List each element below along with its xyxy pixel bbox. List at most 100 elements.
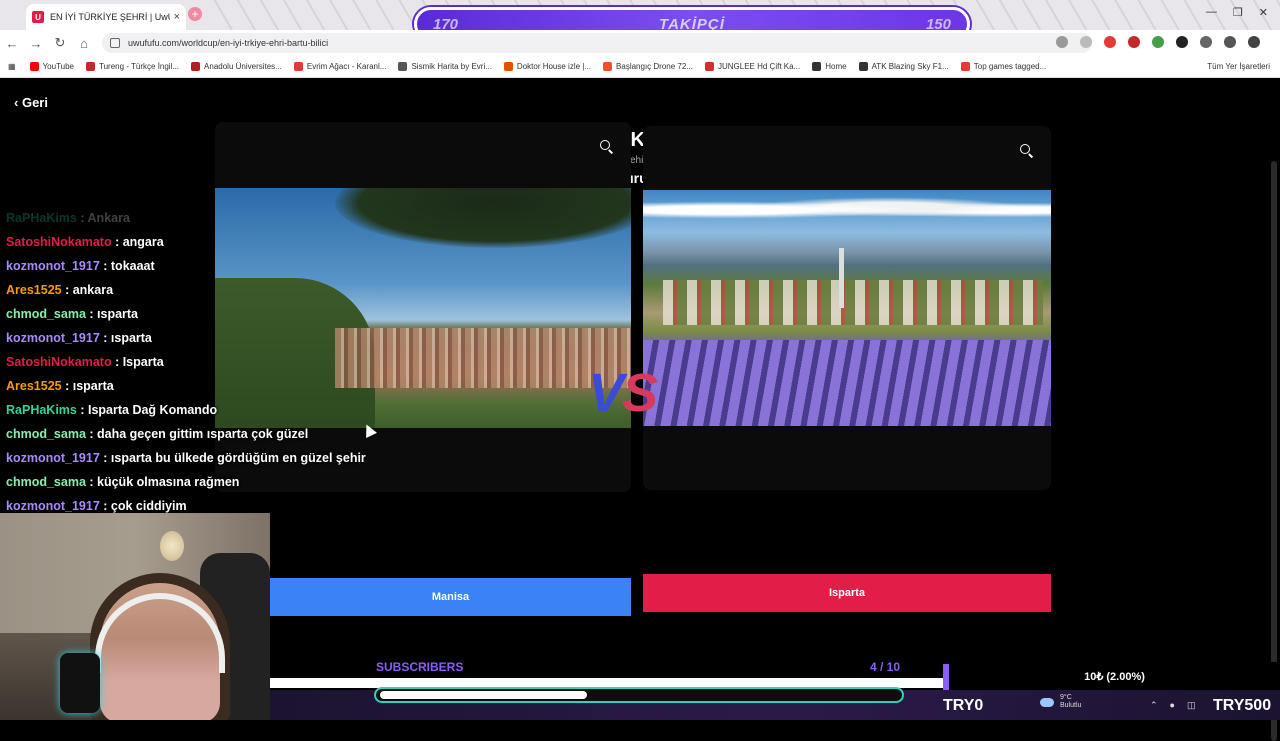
cloud-weather-icon — [1040, 697, 1054, 707]
extension-icons — [1056, 36, 1260, 48]
bookmark-favicon-icon — [960, 62, 970, 71]
zoom-in-icon[interactable] — [1020, 144, 1034, 158]
chat-message: RaPHaKims : Isparta Dağ Komando — [6, 403, 218, 417]
bookmark-label: ATK Blazing Sky F1... — [871, 62, 949, 71]
donation-progress-fill — [380, 691, 588, 699]
site-info-icon[interactable] — [110, 38, 120, 48]
bookmark-favicon-icon — [858, 62, 868, 71]
chat-message: chmod_sama : ısparta — [6, 307, 139, 321]
tray-chevron-up-icon[interactable]: ⌃ — [1150, 700, 1158, 711]
chat-text: küçük olmasına rağmen — [97, 475, 240, 489]
bookmark-favicon-icon — [398, 62, 408, 71]
menu-dots-icon[interactable] — [1248, 36, 1260, 48]
bookmark-favicon-icon — [86, 62, 95, 71]
bookmark-item[interactable]: Sismik Harita by Evri... — [398, 62, 492, 71]
choose-right-button[interactable]: Isparta — [643, 574, 1051, 612]
chat-text: daha geçen gittim ısparta çok güzel — [97, 427, 309, 441]
bookmark-favicon-icon — [191, 62, 201, 71]
microphone-icon[interactable]: ● — [1170, 700, 1175, 711]
new-tab-plus-icon[interactable]: + — [188, 7, 202, 21]
chat-text: angara — [122, 235, 164, 249]
chevron-left-icon: ‹ — [14, 95, 22, 110]
browser-tab-active[interactable]: U EN İYİ TÜRKİYE ŞEHRİ | UwUFU... × — [26, 4, 186, 30]
bookmark-label: Top games tagged... — [973, 62, 1047, 71]
bookmark-favicon-icon — [603, 62, 613, 71]
bookmark-item[interactable]: ATK Blazing Sky F1... — [858, 62, 949, 71]
home-icon[interactable]: ⌂ — [72, 36, 96, 51]
chat-username: RaPHaKims — [6, 403, 77, 417]
bookmark-item[interactable]: Home — [812, 62, 847, 71]
chat-username: kozmonot_1917 — [6, 499, 100, 513]
round-info: Son 64 Turu 18. Maç — [567, 170, 703, 186]
maximize-icon[interactable]: ❐ — [1233, 6, 1243, 19]
bookmark-item[interactable]: Evrim Ağacı - Karanl... — [293, 62, 387, 71]
bookmark-favicon-icon — [293, 62, 303, 71]
back-link[interactable]: ‹ Geri — [14, 95, 48, 110]
bookmark-favicon-icon — [704, 62, 714, 71]
donation-goal-amount: TRY500 — [1213, 697, 1272, 714]
chat-username: kozmonot_1917 — [6, 259, 100, 273]
extension-dark-icon[interactable] — [1176, 36, 1188, 48]
reload-icon[interactable]: ↻ — [48, 35, 72, 51]
bookmark-item[interactable]: Top games tagged... — [960, 62, 1047, 71]
all-bookmarks-link[interactable]: Tüm Yer İşaretleri — [1207, 62, 1270, 71]
address-bar[interactable]: uwufufu.com/worldcup/en-iyi-trkiye-ehri-… — [102, 33, 1092, 53]
bookmark-list: YouTube Tureng - Türkçe İngil... Anadolu Ü… — [29, 62, 1059, 71]
extension-green-icon[interactable] — [1152, 36, 1164, 48]
profile-avatar-icon[interactable] — [1224, 36, 1236, 48]
choose-left-button[interactable]: Manisa — [270, 578, 631, 616]
bookmark-label: YouTube — [42, 62, 74, 71]
chat-message: RaPHaKims : Ankara — [6, 211, 130, 225]
page-scrollbar[interactable] — [1271, 161, 1277, 741]
bookmark-item[interactable]: Tureng - Türkçe İngil... — [86, 62, 179, 71]
chat-message: Ares1525 : ankara — [6, 283, 114, 297]
back-label: Geri — [21, 95, 48, 110]
bookmark-label: Doktor House izle |... — [516, 62, 592, 71]
bookmark-label: Home — [825, 62, 847, 71]
apps-grid-icon[interactable]: ▦ — [8, 62, 16, 71]
extension-red-icon[interactable] — [1128, 36, 1140, 48]
close-window-icon[interactable]: ✕ — [1259, 6, 1268, 19]
bookmark-item[interactable]: YouTube — [29, 62, 74, 71]
chat-text: Isparta Dağ Komando — [87, 403, 218, 417]
adblock-extension-icon[interactable] — [1104, 36, 1116, 48]
chat-username: kozmonot_1917 — [6, 331, 100, 345]
forward-arrow-icon[interactable]: → — [24, 36, 48, 51]
chat-text: ısparta — [72, 379, 114, 393]
candidate-image-right[interactable] — [643, 190, 1051, 426]
bookmark-item[interactable]: Anadolu Üniversites... — [191, 62, 282, 71]
vs-letter-v: V — [588, 363, 624, 423]
chat-text: Ankara — [87, 211, 130, 225]
bookmarks-bar: ▦ YouTube Tureng - Türkçe İngil... Anadolu… — [0, 56, 1280, 78]
taskbar-weather[interactable]: 9°C Bulutlu — [1040, 694, 1081, 710]
back-arrow-icon[interactable]: ← — [0, 36, 24, 51]
chat-username: kozmonot_1917 — [6, 451, 100, 465]
versus-badge: VS — [588, 362, 658, 424]
bookmark-label: Anadolu Üniversites... — [204, 62, 282, 71]
stream-chat-overlay: RaPHaKims : Ankara SatoshiNokamato : anga… — [6, 210, 426, 522]
weather-desc: Bulutlu — [1060, 702, 1082, 709]
chat-text: ısparta bu ülkede gördüğüm en güzel şehi… — [110, 451, 366, 465]
bookmark-item[interactable]: Doktor House izle |... — [503, 62, 592, 71]
bookmark-star-icon[interactable] — [1080, 36, 1092, 48]
vs-letter-s: S — [622, 363, 658, 423]
chat-message: kozmonot_1917 : tokaaat — [6, 259, 155, 273]
network-icon[interactable]: ◫ — [1187, 700, 1196, 711]
minimize-icon[interactable]: — — [1206, 6, 1217, 19]
extensions-puzzle-icon[interactable] — [1200, 36, 1212, 48]
bookmark-label: Evrim Ağacı - Karanl... — [306, 62, 387, 71]
url-text: uwufufu.com/worldcup/en-iyi-trkiye-ehri-… — [128, 38, 329, 48]
bookmark-item[interactable]: Başlangıç Drone 72... — [603, 62, 693, 71]
donation-progress-bar — [374, 687, 904, 703]
chat-message: kozmonot_1917 : ısparta bu ülkede gördüğ… — [6, 451, 366, 465]
bookmark-item[interactable]: JUNGLEE Hd Çift Ka... — [704, 62, 800, 71]
translate-icon[interactable] — [1056, 36, 1068, 48]
weather-temp: 9°C — [1060, 694, 1072, 701]
chat-username: chmod_sama — [6, 307, 86, 321]
chat-username: RaPHaKims — [6, 211, 77, 225]
chat-username: SatoshiNokamato — [6, 235, 112, 249]
bookmark-favicon-icon — [503, 62, 513, 71]
tab-close-icon[interactable]: × — [174, 11, 180, 23]
chat-username: chmod_sama — [6, 427, 86, 441]
zoom-in-icon[interactable] — [600, 140, 614, 154]
